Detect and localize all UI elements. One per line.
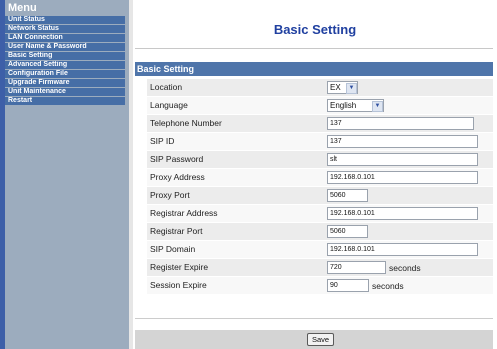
- save-button[interactable]: Save: [307, 333, 335, 346]
- proxy-port-label: Proxy Port: [150, 190, 190, 200]
- menu-item-network-status[interactable]: Network Status: [5, 25, 125, 33]
- register-expire-unit: seconds: [389, 263, 421, 273]
- registrar-port-input[interactable]: 5060: [327, 225, 368, 238]
- register-expire-label: Register Expire: [150, 262, 209, 272]
- sip-id-label: SIP ID: [150, 136, 175, 146]
- menu-item-unit-maintenance[interactable]: Unit Maintenance: [5, 88, 125, 96]
- bottom-divider: [135, 318, 493, 319]
- menu-item-advanced-setting[interactable]: Advanced Setting: [5, 61, 125, 69]
- language-select[interactable]: English ▼: [327, 99, 384, 112]
- language-value: English: [330, 101, 357, 110]
- session-expire-unit: seconds: [372, 281, 404, 291]
- proxy-address-input[interactable]: 192.168.0.101: [327, 171, 478, 184]
- row-proxy-port: Proxy Port 5060: [147, 187, 493, 205]
- row-session-expire: Session Expire 90 seconds: [147, 277, 493, 295]
- menu-title: Menu: [8, 2, 37, 14]
- menu-item-restart[interactable]: Restart: [5, 97, 125, 105]
- chevron-down-icon: ▼: [372, 101, 383, 112]
- menu-item-basic-setting[interactable]: Basic Setting: [5, 52, 125, 60]
- proxy-port-input[interactable]: 5060: [327, 189, 368, 202]
- location-value: EX: [330, 83, 341, 92]
- proxy-address-label: Proxy Address: [150, 172, 205, 182]
- menu-item-lan-connection[interactable]: LAN Connection: [5, 34, 125, 42]
- sidebar: Menu Unit Status Network Status LAN Conn…: [0, 0, 129, 349]
- menu-item-user-name-password[interactable]: User Name & Password: [5, 43, 125, 51]
- row-language: Language English ▼: [147, 97, 493, 115]
- sip-domain-input[interactable]: 192.168.0.101: [327, 243, 478, 256]
- menu-item-upgrade-firmware[interactable]: Upgrade Firmware: [5, 79, 125, 87]
- row-sip-domain: SIP Domain 192.168.0.101: [147, 241, 493, 259]
- sip-password-input[interactable]: slt: [327, 153, 478, 166]
- sip-id-input[interactable]: 137: [327, 135, 478, 148]
- location-select[interactable]: EX ▼: [327, 81, 358, 94]
- form-footer: Save: [135, 330, 493, 349]
- location-label: Location: [150, 82, 183, 92]
- row-location: Location EX ▼: [147, 79, 493, 97]
- session-expire-label: Session Expire: [150, 280, 207, 290]
- menu-item-configuration-file[interactable]: Configuration File: [5, 70, 125, 78]
- language-label: Language: [150, 100, 188, 110]
- sip-domain-label: SIP Domain: [150, 244, 196, 254]
- row-sip-id: SIP ID 137: [147, 133, 493, 151]
- telephone-number-input[interactable]: 137: [327, 117, 474, 130]
- title-divider: [135, 48, 493, 49]
- menu-item-unit-status[interactable]: Unit Status: [5, 16, 125, 24]
- row-sip-password: SIP Password slt: [147, 151, 493, 169]
- main-panel: Basic Setting Basic Setting Location EX …: [129, 0, 497, 349]
- row-registrar-address: Registrar Address 192.168.0.101: [147, 205, 493, 223]
- row-telephone-number: Telephone Number 137: [147, 115, 493, 133]
- telephone-number-label: Telephone Number: [150, 118, 222, 128]
- row-registrar-port: Registrar Port 5060: [147, 223, 493, 241]
- row-register-expire: Register Expire 720 seconds: [147, 259, 493, 277]
- registrar-address-label: Registrar Address: [150, 208, 218, 218]
- register-expire-input[interactable]: 720: [327, 261, 386, 274]
- session-expire-input[interactable]: 90: [327, 279, 369, 292]
- row-proxy-address: Proxy Address 192.168.0.101: [147, 169, 493, 187]
- sip-password-label: SIP Password: [150, 154, 204, 164]
- registrar-port-label: Registrar Port: [150, 226, 203, 236]
- section-header: Basic Setting: [135, 62, 493, 76]
- registrar-address-input[interactable]: 192.168.0.101: [327, 207, 478, 220]
- page-title: Basic Setting: [273, 22, 357, 37]
- chevron-down-icon: ▼: [346, 83, 357, 94]
